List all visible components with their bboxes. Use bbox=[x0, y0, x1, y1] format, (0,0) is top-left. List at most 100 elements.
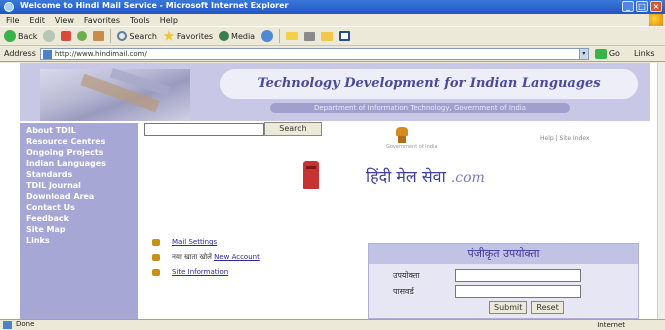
minimize-button[interactable]: _ bbox=[622, 1, 634, 12]
password-input[interactable] bbox=[455, 285, 581, 298]
password-row: पासवर्ड bbox=[369, 285, 638, 298]
favorites-label: Favorites bbox=[176, 31, 214, 41]
links-button[interactable]: Links bbox=[634, 49, 655, 58]
hindi-title-suffix: .com bbox=[450, 170, 485, 186]
login-box: पंजीकृत उपयोक्ता उपयोक्ता पासवर्ड Submit… bbox=[368, 243, 639, 319]
banner-title: Technology Development for Indian Langua… bbox=[220, 69, 638, 99]
bullet-icon bbox=[152, 238, 160, 246]
back-arrow-icon bbox=[4, 30, 16, 42]
home-icon[interactable] bbox=[93, 31, 105, 41]
nav-indian-languages[interactable]: Indian Languages bbox=[20, 158, 138, 169]
mail-settings-link[interactable]: Mail Settings bbox=[172, 238, 217, 246]
window-title: Welcome to Hindi Mail Service - Microsof… bbox=[20, 1, 289, 10]
password-label: पासवर्ड bbox=[393, 287, 414, 296]
nav-tdil-journal[interactable]: TDIL Journal bbox=[20, 180, 138, 191]
stop-icon[interactable] bbox=[61, 31, 72, 41]
hindi-mail-title: हिंदी मेल सेवा .com bbox=[366, 165, 485, 187]
reset-button[interactable]: Reset bbox=[531, 301, 564, 314]
favorites-star-icon bbox=[163, 30, 175, 41]
ie-icon bbox=[4, 2, 14, 12]
media-button[interactable]: Media bbox=[219, 31, 255, 41]
favorites-button[interactable]: Favorites bbox=[163, 30, 213, 42]
go-label: Go bbox=[608, 49, 620, 58]
go-arrow-icon bbox=[594, 48, 607, 59]
back-label: Back bbox=[18, 31, 38, 41]
vertical-scrollbar[interactable] bbox=[657, 63, 665, 319]
forward-button[interactable] bbox=[43, 30, 56, 42]
nav-links[interactable]: Links bbox=[20, 235, 138, 246]
nav-standards[interactable]: Standards bbox=[20, 169, 138, 180]
page-done-icon bbox=[3, 321, 12, 329]
nav-resource-centres[interactable]: Resource Centres bbox=[20, 136, 138, 147]
search-button[interactable]: Search bbox=[117, 31, 157, 41]
media-label: Media bbox=[231, 31, 256, 41]
security-zone: Internet bbox=[597, 321, 625, 329]
folder-icon[interactable] bbox=[321, 31, 334, 41]
windows-logo-icon bbox=[649, 14, 663, 26]
login-buttons: Submit Reset bbox=[489, 301, 564, 314]
nav-site-map[interactable]: Site Map bbox=[20, 224, 138, 235]
address-label: Address bbox=[4, 49, 36, 58]
window-controls: _ □ × bbox=[622, 1, 662, 12]
site-information-link[interactable]: Site Information bbox=[172, 268, 228, 276]
back-button[interactable]: Back bbox=[4, 30, 37, 42]
bullet-icon bbox=[152, 254, 160, 261]
username-row: उपयोक्ता bbox=[369, 269, 638, 282]
menu-help[interactable]: Help bbox=[160, 16, 178, 25]
mailbox-icon bbox=[303, 161, 319, 189]
hindi-title-text: हिंदी मेल सेवा bbox=[366, 167, 446, 186]
submit-button[interactable]: Submit bbox=[489, 301, 528, 314]
nav-download-area[interactable]: Download Area bbox=[20, 191, 138, 202]
new-account-text: नया खाता खोलें bbox=[172, 253, 212, 261]
banner-subtitle: Department of Information Technology, Go… bbox=[270, 103, 570, 113]
login-heading: पंजीकृत उपयोक्ता bbox=[369, 244, 638, 264]
media-icon bbox=[219, 31, 230, 41]
menu-file[interactable]: File bbox=[6, 16, 19, 25]
refresh-icon[interactable] bbox=[77, 31, 88, 41]
site-search-button[interactable]: Search bbox=[264, 122, 322, 136]
address-dropdown[interactable]: ▾ bbox=[578, 47, 589, 60]
status-bar: Done Internet bbox=[0, 319, 665, 330]
close-button[interactable]: × bbox=[650, 1, 662, 12]
national-emblem-icon bbox=[396, 127, 408, 143]
address-input[interactable]: http://www.hindimail.com/ bbox=[39, 47, 580, 60]
nav-feedback[interactable]: Feedback bbox=[20, 213, 138, 224]
page-viewport: Technology Development for Indian Langua… bbox=[0, 63, 657, 319]
site-banner: Technology Development for Indian Langua… bbox=[20, 63, 650, 121]
history-icon[interactable] bbox=[261, 30, 274, 42]
address-url: http://www.hindimail.com/ bbox=[54, 49, 147, 58]
menu-edit[interactable]: Edit bbox=[29, 16, 45, 25]
go-button[interactable]: Go bbox=[594, 48, 620, 59]
maximize-button[interactable]: □ bbox=[636, 1, 648, 12]
toolbar-separator bbox=[110, 29, 112, 43]
username-input[interactable] bbox=[455, 269, 581, 282]
left-navigation: About TDIL Resource Centres Ongoing Proj… bbox=[20, 123, 138, 319]
nav-contact-us[interactable]: Contact Us bbox=[20, 202, 138, 213]
toolbar: Back Search Favorites Media bbox=[0, 26, 665, 46]
link-row: नया खाता खोलें New Account bbox=[152, 253, 260, 262]
link-row: Mail Settings bbox=[152, 238, 217, 246]
menu-bar: File Edit View Favorites Tools Help bbox=[0, 14, 665, 26]
page-icon bbox=[42, 49, 52, 59]
search-icon bbox=[117, 31, 128, 41]
nav-about-tdil[interactable]: About TDIL bbox=[20, 125, 138, 136]
bullet-icon bbox=[152, 268, 160, 276]
menu-tools[interactable]: Tools bbox=[130, 16, 150, 25]
window-titlebar: Welcome to Hindi Mail Service - Microsof… bbox=[0, 0, 665, 14]
address-bar: Address http://www.hindimail.com/ ▾ Go L… bbox=[0, 46, 665, 62]
new-account-link[interactable]: New Account bbox=[214, 253, 260, 261]
status-text: Done bbox=[16, 320, 35, 328]
header-links[interactable]: Help | Site Index bbox=[540, 135, 589, 142]
new-window-icon[interactable] bbox=[339, 31, 351, 41]
print-icon[interactable] bbox=[304, 31, 316, 41]
nav-ongoing-projects[interactable]: Ongoing Projects bbox=[20, 147, 138, 158]
username-label: उपयोक्ता bbox=[393, 271, 420, 280]
site-search-input[interactable] bbox=[144, 123, 264, 136]
banner-collage-image bbox=[40, 69, 190, 121]
mail-icon[interactable] bbox=[286, 32, 299, 40]
forward-arrow-icon bbox=[43, 30, 56, 42]
toolbar-separator bbox=[279, 29, 281, 43]
search-label: Search bbox=[129, 31, 157, 41]
menu-favorites[interactable]: Favorites bbox=[84, 16, 120, 25]
menu-view[interactable]: View bbox=[55, 16, 74, 25]
